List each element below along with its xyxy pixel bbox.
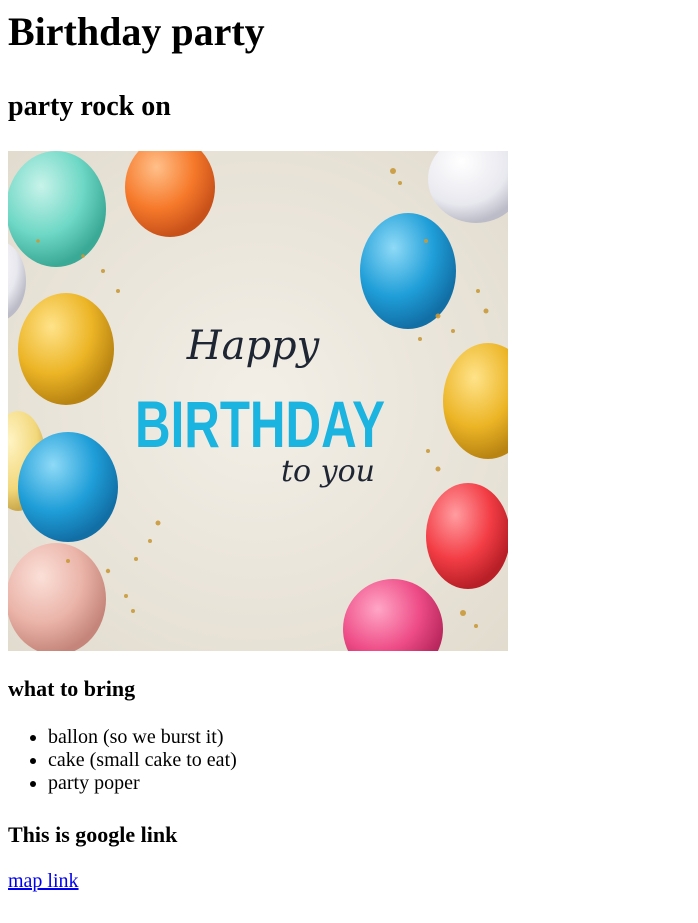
happy-text: Happy	[186, 323, 321, 369]
map-link[interactable]: map link	[8, 870, 79, 893]
page-subtitle: party rock on	[8, 91, 171, 122]
list-item: cake (small cake to eat)	[48, 749, 698, 772]
birthday-balloons-image: Happy BIRTHDAY to you	[8, 151, 508, 651]
page-title: Birthday party	[8, 9, 265, 54]
what-to-bring-heading: what to bring	[8, 676, 136, 701]
birthday-text: BIRTHDAY	[135, 387, 385, 461]
bring-list: ballon (so we burst it) cake (small cake…	[8, 726, 698, 795]
google-link-heading: This is google link	[8, 822, 178, 847]
page-content: Birthday party party rock on Happy BIRTH…	[8, 0, 698, 893]
to-you-text: to you	[281, 454, 375, 489]
list-item: ballon (so we burst it)	[48, 726, 698, 749]
list-item: party poper	[48, 772, 698, 795]
